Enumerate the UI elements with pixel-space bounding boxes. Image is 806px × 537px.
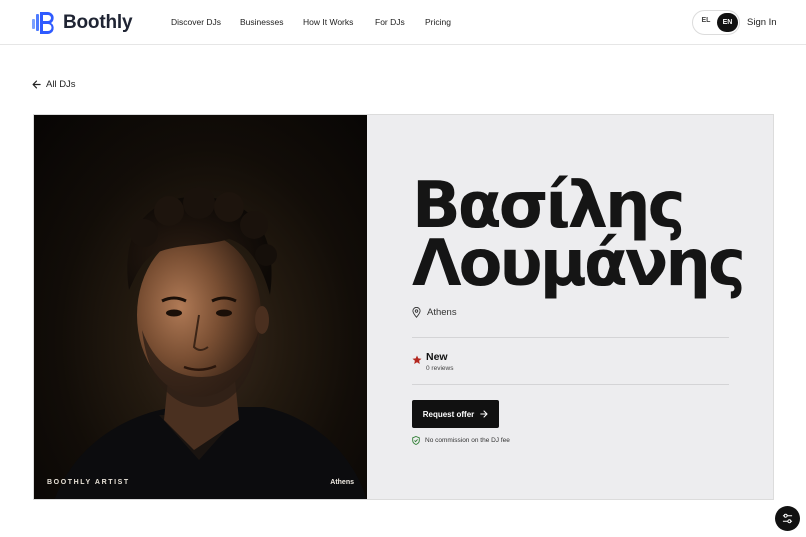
nav-pricing[interactable]: Pricing [425, 17, 451, 27]
request-offer-button[interactable]: Request offer [412, 400, 499, 428]
nav-businesses[interactable]: Businesses [240, 17, 283, 27]
commission-text: No commission on the DJ fee [425, 437, 510, 444]
filter-fab-button[interactable] [775, 506, 800, 531]
nav-how-it-works[interactable]: How It Works [303, 17, 353, 27]
language-option-en[interactable]: EN [717, 13, 738, 32]
arrow-left-icon [32, 80, 41, 89]
section-divider [412, 337, 729, 338]
reviews-count: 0 reviews [426, 365, 454, 372]
star-icon [412, 355, 422, 364]
rating-label: New [426, 351, 448, 363]
nav-discover-djs[interactable]: Discover DJs [171, 17, 221, 27]
filter-sliders-icon [782, 513, 793, 524]
top-header: Boothly Discover DJs Businesses How It W… [0, 0, 806, 45]
arrow-right-icon [480, 410, 488, 418]
section-divider [412, 384, 729, 385]
nav-for-djs[interactable]: For DJs [375, 17, 405, 27]
dj-location: Athens [412, 307, 457, 318]
language-option-el[interactable]: EL [699, 17, 713, 24]
commission-note: No commission on the DJ fee [412, 436, 510, 445]
location-pin-icon [412, 307, 421, 318]
language-switcher: EL EN [692, 10, 740, 35]
boothly-logo-icon [32, 12, 54, 34]
back-link-label: All DJs [46, 79, 76, 90]
brand-logo[interactable]: Boothly [32, 11, 133, 34]
brand-name: Boothly [63, 11, 133, 33]
request-offer-label: Request offer [422, 409, 475, 419]
dj-profile-card: BOOTHLY ARTIST Athens Βασίλης Λουμάνης A… [33, 114, 774, 500]
photo-city-label: Athens [330, 479, 354, 486]
portrait-illustration [54, 187, 367, 499]
dj-name-line-2: Λουμάνης [412, 227, 746, 301]
location-text: Athens [427, 307, 457, 318]
back-to-all-djs-link[interactable]: All DJs [32, 79, 76, 90]
sign-in-link[interactable]: Sign In [747, 17, 777, 28]
dj-name: Βασίλης Λουμάνης [412, 174, 746, 301]
shield-check-icon [412, 436, 420, 445]
dj-portrait-photo: BOOTHLY ARTIST Athens [34, 115, 367, 499]
photo-caption: BOOTHLY ARTIST [47, 479, 130, 486]
